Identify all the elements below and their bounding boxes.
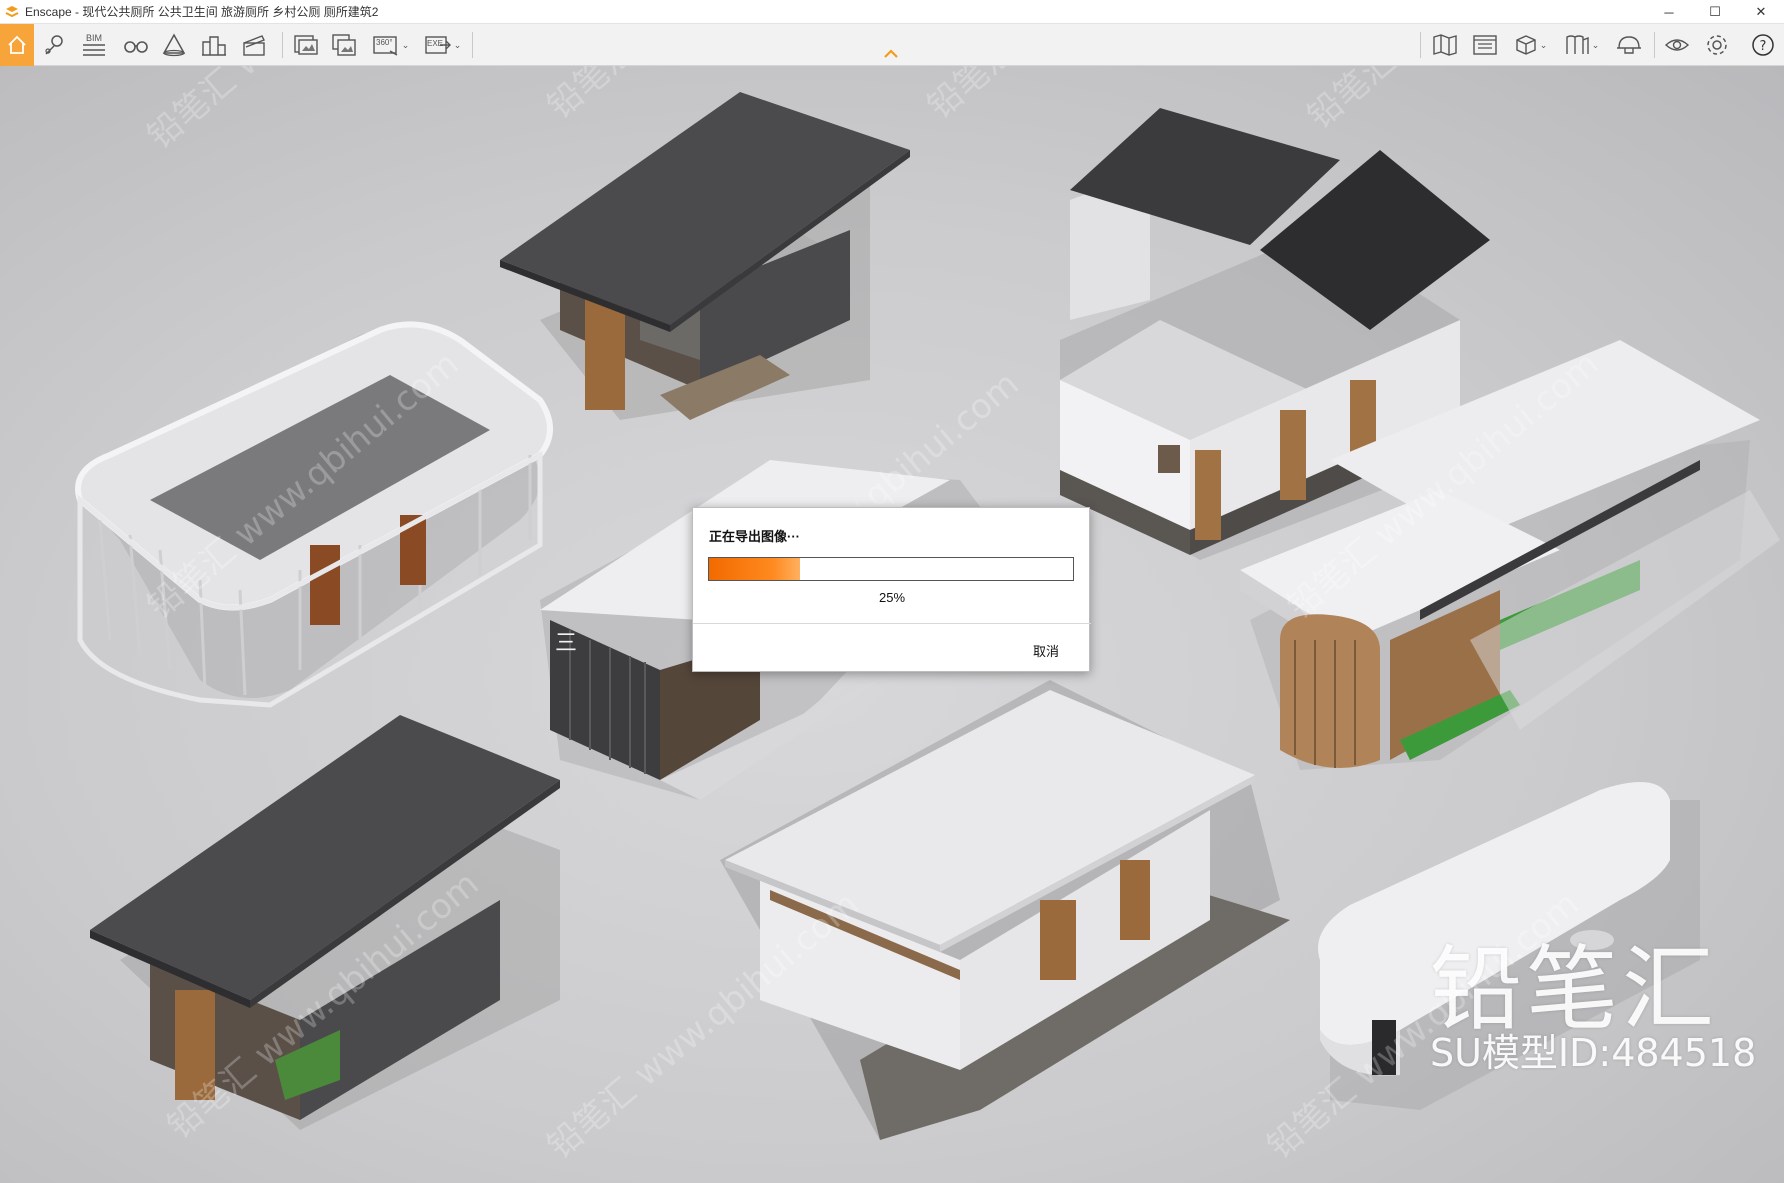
toolbar-separator (472, 32, 473, 58)
window-view-button[interactable] (1468, 28, 1502, 62)
watermark-model-id: SU模型ID:484518 (1430, 1031, 1757, 1075)
dialog-divider (693, 623, 1091, 624)
box-dropdown-caret-icon[interactable]: ⌄ (1540, 40, 1548, 51)
progress-percent: 25% (878, 590, 906, 605)
svg-text:三: 三 (555, 631, 577, 656)
video-editor-button[interactable] (238, 28, 270, 62)
binoculars-icon (124, 41, 148, 53)
collapse-toolbar-caret-icon[interactable] (882, 46, 900, 60)
map-button[interactable] (1428, 28, 1462, 62)
panorama-label: 360° (376, 38, 393, 47)
svg-text:铅笔汇 www.qbihui.com: 铅笔汇 www.qbihui.com (1300, 66, 1626, 137)
help-icon: ? (1752, 34, 1774, 56)
screenshot-button[interactable] (290, 28, 322, 62)
home-button[interactable] (0, 24, 34, 66)
close-button[interactable]: ✕ (1738, 0, 1784, 24)
main-toolbar: BIM 360° ⌄ EXE ⌄ ⌄ ⌄ ? (0, 24, 1784, 66)
screenshot-icon (294, 35, 318, 55)
bim-icon (83, 44, 105, 56)
exe-export-button[interactable]: EXE ⌄ (420, 28, 464, 62)
toolbar-separator (1420, 32, 1421, 58)
visual-settings-button[interactable] (1660, 28, 1694, 62)
panorama-dropdown-caret-icon[interactable]: ⌄ (402, 40, 410, 51)
svg-text:?: ? (1760, 39, 1767, 54)
map-icon (1433, 34, 1457, 56)
window-title: Enscape - 现代公共厕所 公共卫生间 旅游厕所 乡村公厕 厕所建筑2 (25, 5, 379, 19)
batch-render-icon (332, 34, 356, 56)
home-icon (8, 35, 26, 54)
progress-bar-fill (709, 558, 800, 580)
exe-dropdown-caret-icon[interactable]: ⌄ (454, 40, 462, 51)
eye-icon (1664, 39, 1690, 51)
walk-mode-button[interactable] (120, 28, 152, 62)
export-progress-dialog: 正在导出图像··· 25% 取消 (692, 507, 1091, 672)
settings-icon (1707, 35, 1727, 55)
building-round-pergola-left (75, 321, 553, 708)
asset-library-button[interactable] (198, 28, 230, 62)
dialog-title: 正在导出图像··· (709, 529, 800, 544)
batch-render-button[interactable] (328, 28, 360, 62)
maximize-button[interactable]: ☐ (1692, 0, 1738, 24)
svg-text:铅笔汇 www.qbihui.com: 铅笔汇 www.qbihui.com (920, 66, 1246, 127)
bookmarks-icon (1566, 35, 1589, 54)
exe-label: EXE (427, 39, 444, 48)
bookmarks-dropdown-caret-icon[interactable]: ⌄ (1592, 40, 1600, 51)
building-flat-roof-top (500, 92, 910, 420)
export-progress-bar (708, 557, 1074, 581)
title-bar: Enscape - 现代公共厕所 公共卫生间 旅游厕所 乡村公厕 厕所建筑2 ─… (0, 0, 1784, 24)
building-stone-plaza (720, 680, 1290, 1140)
location-icon (45, 35, 63, 55)
city-icon (202, 36, 226, 56)
helmet-icon (1617, 36, 1641, 54)
bim-button[interactable]: BIM (78, 28, 110, 62)
minimize-button[interactable]: ─ (1646, 0, 1692, 24)
help-button[interactable]: ? (1746, 28, 1780, 62)
bookmarks-button[interactable]: ⌄ (1558, 28, 1604, 62)
clapper-icon (243, 35, 265, 56)
box-icon (1516, 35, 1536, 55)
toolbar-separator (282, 32, 283, 58)
safety-view-button[interactable] (1612, 28, 1646, 62)
bim-label: BIM (85, 33, 102, 43)
settings-button[interactable] (1700, 28, 1734, 62)
location-button[interactable] (40, 28, 70, 62)
enscape-logo-icon (5, 5, 19, 17)
svg-text:铅笔汇 www.qbihui.com: 铅笔汇 www.qbihui.com (140, 66, 466, 157)
window-controls: ─ ☐ ✕ (1646, 0, 1784, 24)
toolbar-separator (1654, 32, 1655, 58)
box-button[interactable]: ⌄ (1508, 28, 1552, 62)
building-flat-roof-bottom (90, 715, 560, 1130)
cone-icon (162, 33, 186, 57)
cancel-button[interactable]: 取消 (1033, 641, 1059, 660)
window-icon (1473, 35, 1497, 55)
panorama-button[interactable]: 360° ⌄ (368, 28, 412, 62)
light-view-button[interactable] (158, 28, 190, 62)
